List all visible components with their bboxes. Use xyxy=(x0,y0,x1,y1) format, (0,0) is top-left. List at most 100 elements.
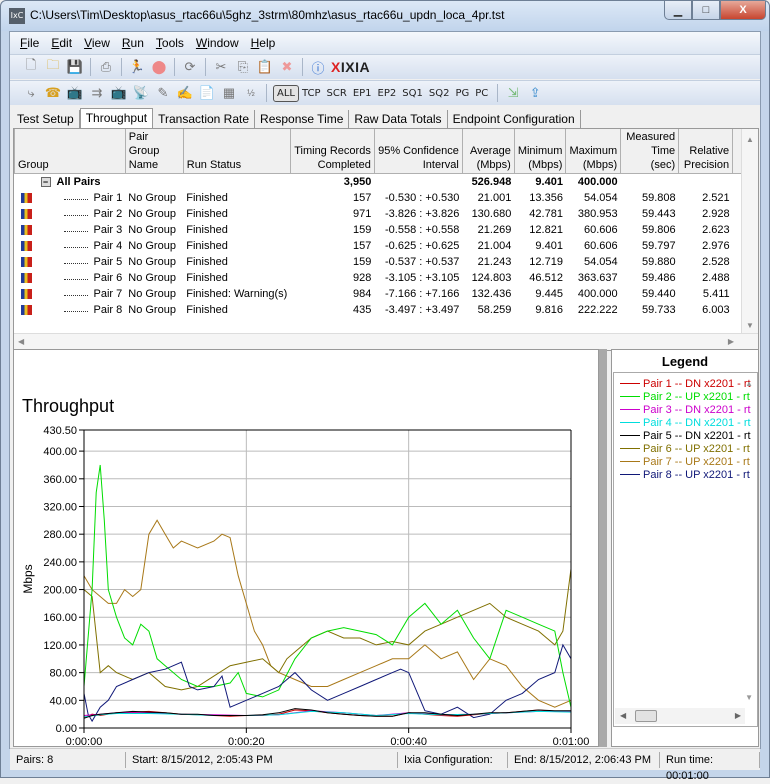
legend-item[interactable]: Pair 8 -- UP x2201 - rt xyxy=(614,468,757,481)
all-pairs-row[interactable]: − All Pairs 3,950 526.948 9.401 400.000 xyxy=(15,174,753,190)
table-row[interactable]: Pair 3 No Group Finished 159 -0.558 : +0.558… xyxy=(15,222,753,238)
table-row[interactable]: Pair 5 No Group Finished 159 -0.537 : +0.537… xyxy=(15,254,753,270)
filter-pg-button[interactable]: PG xyxy=(452,88,472,99)
stop-icon[interactable]: ⬤ xyxy=(150,58,168,76)
script-icon[interactable]: 📄 xyxy=(198,84,216,102)
legend-scroll-down[interactable]: ▼ xyxy=(745,693,753,702)
add-endpoint-icon[interactable]: ☎ xyxy=(44,84,62,102)
paste-icon[interactable]: 📋 xyxy=(256,58,274,76)
tab-test-setup[interactable]: Test Setup xyxy=(12,110,80,128)
filter-sq2-button[interactable]: SQ2 xyxy=(426,88,453,99)
link-icon[interactable]: ⇉ xyxy=(88,84,106,102)
legend-item[interactable]: Pair 7 -- UP x2201 - rt xyxy=(614,455,757,468)
column-header-pair-group-name[interactable]: Pair Group Name xyxy=(124,129,184,174)
run-icon[interactable]: 🏃 xyxy=(128,58,146,76)
legend-list: Pair 1 -- DN x2201 - rt Pair 2 -- UP x220… xyxy=(613,372,758,727)
cut-icon[interactable]: ✂ xyxy=(212,58,230,76)
save-icon[interactable]: 💾 xyxy=(66,58,84,76)
copy-icon[interactable]: ⎘ xyxy=(234,58,252,76)
tab-throughput[interactable]: Throughput xyxy=(79,108,154,129)
table-row[interactable]: Pair 6 No Group Finished 928 -3.105 : +3.105… xyxy=(15,270,753,286)
y-tick-label: 160.00 xyxy=(43,612,77,624)
records-cell-text: 159 xyxy=(352,255,372,268)
legend-item[interactable]: Pair 2 -- UP x2201 - rt xyxy=(614,390,757,403)
edit-script-icon[interactable]: ✎ xyxy=(154,84,172,102)
table-row[interactable]: Pair 4 No Group Finished 157 -0.625 : +0.625… xyxy=(15,238,753,254)
add-multicast-icon[interactable]: 📺 xyxy=(66,84,84,102)
delete-icon[interactable]: ✖ xyxy=(278,58,296,76)
run-script-icon[interactable]: ✍ xyxy=(176,84,194,102)
menu-view[interactable]: View xyxy=(78,36,116,50)
precision-cell-text: 2.488 xyxy=(702,271,730,284)
scroll-down-arrow[interactable]: ▼ xyxy=(742,321,758,330)
column-header-95-confidence-interval[interactable]: 95% Confidence Interval xyxy=(373,129,463,174)
table-row[interactable]: Pair 8 No Group Finished 435 -3.497 : +3.497… xyxy=(15,302,753,318)
legend-item[interactable]: Pair 3 -- DN x2201 - rt xyxy=(614,403,757,416)
filter-pc-button[interactable]: PC xyxy=(472,88,491,99)
app-window: IxC C:\Users\Tim\Desktop\asus_rtac66u\5g… xyxy=(0,0,770,782)
horizontal-scrollbar[interactable]: ◀ ▶ xyxy=(14,333,758,350)
table-row[interactable]: Pair 2 No Group Finished 971 -3.826 : +3.826… xyxy=(15,206,753,222)
filter-tcp-button[interactable]: TCP xyxy=(299,88,324,99)
column-header-relative-precision[interactable]: Relative Precision xyxy=(678,129,734,174)
column-header-timing-records-completed[interactable]: Timing Records Completed xyxy=(289,129,375,174)
filter-ep1-button[interactable]: EP1 xyxy=(350,88,375,99)
legend-horizontal-scrollbar[interactable]: ◀ ▶ xyxy=(615,708,745,724)
scroll-up-arrow[interactable]: ▲ xyxy=(742,135,758,144)
tab-endpoint-configuration[interactable]: Endpoint Configuration xyxy=(447,110,581,128)
vertical-scrollbar[interactable]: ▲ ▼ xyxy=(741,129,758,334)
stack-icon[interactable]: ½ xyxy=(242,84,260,102)
legend-scroll-thumb[interactable] xyxy=(635,710,657,722)
table-row[interactable]: Pair 7 No Group Finished: Warning(s) 984 -7.… xyxy=(15,286,753,302)
column-header-measured-time-sec[interactable]: Measured Time (sec) xyxy=(620,129,680,174)
legend-item[interactable]: Pair 4 -- DN x2201 - rt xyxy=(614,416,757,429)
scroll-right-arrow[interactable]: ▶ xyxy=(728,337,734,346)
menu-window[interactable]: Window xyxy=(190,36,245,50)
menu-edit[interactable]: Edit xyxy=(45,36,78,50)
upload-icon[interactable]: ⇪ xyxy=(526,84,544,102)
column-header-group[interactable]: Group xyxy=(14,129,126,174)
menu-tools[interactable]: Tools xyxy=(150,36,190,50)
legend-item[interactable]: Pair 6 -- UP x2201 - rt xyxy=(614,442,757,455)
monitor-icon[interactable]: 📺 xyxy=(110,84,128,102)
add-pair-icon[interactable]: ⤷ xyxy=(22,84,40,102)
legend-scroll-left[interactable]: ◀ xyxy=(620,711,626,720)
column-header-average-mbps[interactable]: Average (Mbps) xyxy=(461,129,515,174)
table-row[interactable]: Pair 1 No Group Finished 157 -0.530 : +0.530… xyxy=(15,190,753,206)
filter-ep2-button[interactable]: EP2 xyxy=(375,88,400,99)
column-header-minimum-mbps[interactable]: Minimum (Mbps) xyxy=(513,129,567,174)
colors-icon[interactable]: ▦ xyxy=(220,84,238,102)
open-folder-icon[interactable]: 🗀 xyxy=(44,57,62,76)
broadcast-icon[interactable]: 📡 xyxy=(132,84,150,102)
menu-help[interactable]: Help xyxy=(245,36,282,50)
tab-response-time[interactable]: Response Time xyxy=(255,110,350,128)
menu-file[interactable]: File xyxy=(14,36,45,50)
pane-splitter[interactable] xyxy=(599,349,607,747)
tab-transaction-rate[interactable]: Transaction Rate xyxy=(153,110,256,128)
new-file-icon[interactable]: 🗋 xyxy=(22,57,40,76)
minimize-button[interactable]: ▁ xyxy=(664,1,692,20)
menu-run[interactable]: Run xyxy=(116,36,150,50)
legend-item[interactable]: Pair 1 -- DN x2201 - rt xyxy=(614,377,757,390)
legend-scroll-right[interactable]: ▶ xyxy=(735,711,741,720)
column-header-maximum-mbps[interactable]: Maximum (Mbps) xyxy=(565,129,622,174)
refresh-icon[interactable]: ⟳ xyxy=(181,58,199,76)
legend-item[interactable]: Pair 5 -- DN x2201 - rt xyxy=(614,429,757,442)
legend-scroll-up[interactable]: ▲ xyxy=(745,379,753,388)
collapse-icon[interactable]: − xyxy=(40,176,51,187)
info-icon[interactable]: ⓘ xyxy=(309,58,327,76)
title-bar[interactable]: IxC C:\Users\Tim\Desktop\asus_rtac66u\5g… xyxy=(1,1,769,31)
pair-group-cell-text: No Group xyxy=(128,239,176,252)
filter-scr-button[interactable]: SCR xyxy=(324,88,350,99)
filter-all-button[interactable]: ALL xyxy=(273,84,299,102)
summary-maximum-text: 400.000 xyxy=(577,175,618,188)
maximize-button[interactable]: □ xyxy=(692,1,720,20)
scroll-left-arrow[interactable]: ◀ xyxy=(18,337,24,346)
close-button[interactable]: X xyxy=(720,1,766,20)
export-icon[interactable]: ⇲ xyxy=(504,84,522,102)
tab-raw-data-totals[interactable]: Raw Data Totals xyxy=(349,110,448,128)
filter-sq1-button[interactable]: SQ1 xyxy=(399,88,426,99)
column-header-run-status[interactable]: Run Status xyxy=(182,129,291,174)
print-icon[interactable]: ⎙ xyxy=(97,58,115,76)
measured-time-cell: 59.440 xyxy=(621,286,679,302)
